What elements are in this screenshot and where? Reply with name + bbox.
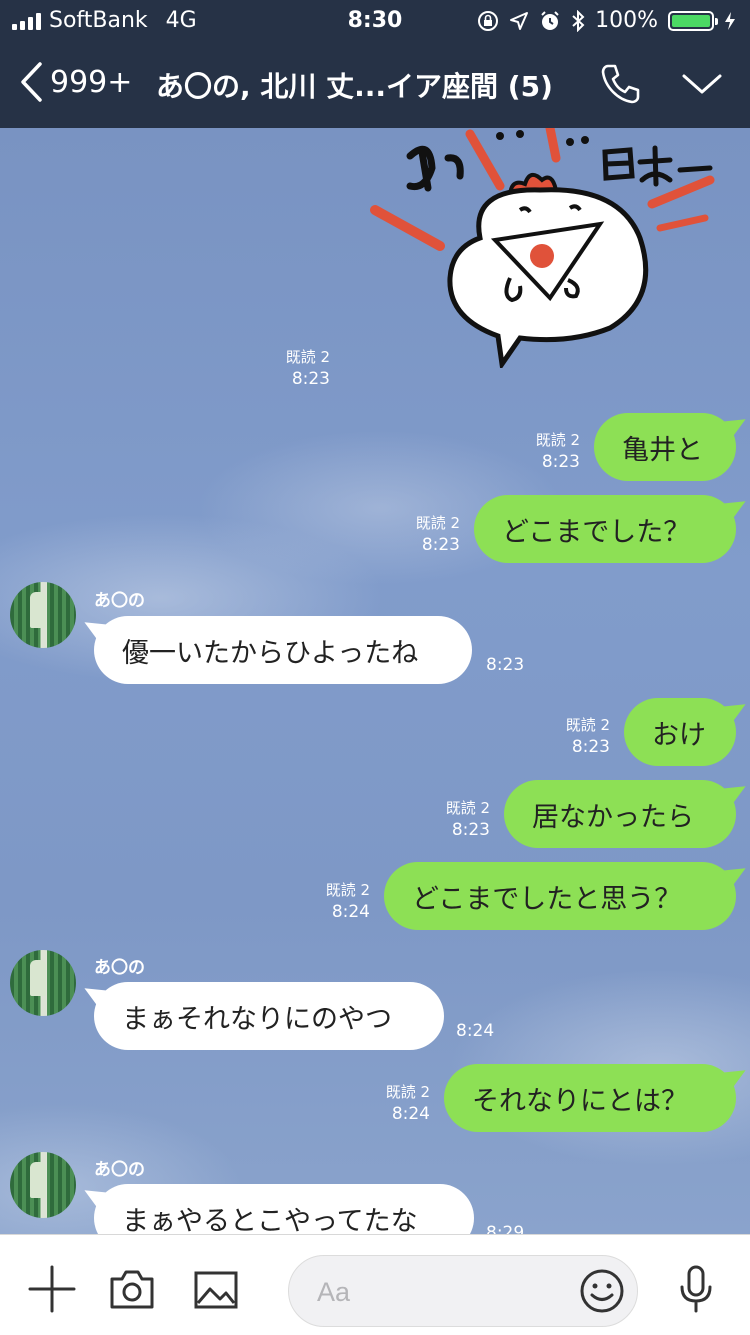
chicken-sticker-image	[370, 123, 715, 371]
camera-button[interactable]	[108, 1265, 156, 1313]
plus-icon	[28, 1265, 76, 1313]
their-message-bubble[interactable]: まぁそれなりにのやつ	[94, 982, 444, 1050]
add-button[interactable]	[28, 1265, 76, 1313]
message-time: 8:23	[451, 820, 490, 840]
avatar[interactable]	[10, 582, 76, 648]
battery-icon	[668, 10, 718, 31]
read-receipt: 既読 2	[565, 716, 610, 734]
message-meta: 既読 2 8:23	[380, 512, 460, 556]
message-meta: 既読 2 8:23	[530, 714, 610, 758]
message-time: 8:23	[486, 655, 525, 675]
camera-icon	[110, 1270, 154, 1309]
sender-name: あ〇の	[94, 591, 145, 611]
read-receipt: 既読 2	[415, 514, 460, 532]
avatar[interactable]	[10, 950, 76, 1016]
sender-name: あ〇の	[94, 1160, 145, 1180]
message-time: 8:23	[571, 737, 610, 757]
image-icon	[194, 1271, 238, 1309]
chevron-down-icon	[682, 74, 722, 94]
read-receipt: 既読 2	[445, 799, 490, 817]
message-meta: 既読 2 8:23	[410, 797, 490, 841]
message-time: 8:24	[456, 1021, 495, 1041]
message-meta: 8:24	[456, 1020, 536, 1042]
message-time: 8:23	[291, 369, 330, 389]
message-time: 8:24	[331, 902, 370, 922]
emoji-button[interactable]	[579, 1268, 625, 1314]
their-message-bubble[interactable]: 優一いたからひよったね	[94, 616, 472, 684]
message-input-bar	[0, 1234, 750, 1335]
back-button[interactable]: 999+	[18, 60, 132, 104]
message-meta: 既読 2 8:24	[290, 879, 370, 923]
chevron-left-icon	[21, 62, 42, 102]
status-bar: SoftBank 4G 8:30 100%	[0, 0, 750, 40]
bluetooth-icon	[572, 9, 585, 32]
unread-count: 999+	[50, 64, 133, 100]
chat-title[interactable]: あ〇の, 北川 丈...イア座間 (5)	[156, 65, 553, 105]
my-message-bubble[interactable]: 亀井と	[594, 413, 736, 481]
message-time: 8:23	[541, 452, 580, 472]
charging-icon	[725, 11, 735, 30]
avatar[interactable]	[10, 1152, 76, 1218]
location-icon	[510, 11, 529, 30]
my-message-bubble[interactable]: 居なかったら	[504, 780, 736, 848]
message-time: 8:23	[421, 535, 460, 555]
message-input[interactable]	[315, 1270, 569, 1314]
alarm-icon	[541, 10, 559, 30]
my-message-bubble[interactable]: それなりにとは？	[444, 1064, 736, 1132]
sender-name: あ〇の	[94, 958, 145, 978]
microphone-icon	[680, 1265, 712, 1313]
read-receipt: 既読 2	[385, 1083, 430, 1101]
message-meta: 8:23	[486, 654, 566, 676]
nav-bar: 999+ あ〇の, 北川 丈...イア座間 (5)	[0, 40, 750, 128]
message-time: 8:24	[391, 1104, 430, 1124]
message-text-field	[288, 1255, 638, 1327]
smiley-icon	[580, 1269, 624, 1313]
message-meta: 既読 2 8:23	[500, 429, 580, 473]
status-indicators: 100%	[477, 8, 736, 33]
orientation-lock-icon	[478, 10, 499, 31]
battery-percent: 100%	[595, 8, 658, 33]
my-message-bubble[interactable]: どこまでしたと思う？	[384, 862, 736, 930]
read-receipt: 既読 2	[535, 431, 580, 449]
chat-header: SoftBank 4G 8:30 100% 999+ あ〇の, 北川 丈...イ…	[0, 0, 750, 128]
image-button[interactable]	[192, 1265, 240, 1313]
my-message-bubble[interactable]: おけ	[624, 698, 736, 766]
sticker-message[interactable]	[370, 123, 715, 371]
sticker-meta: 既読 2 8:23	[250, 346, 330, 390]
call-button[interactable]	[596, 60, 644, 108]
read-receipt: 既読 2	[325, 881, 370, 899]
phone-icon	[601, 64, 640, 104]
read-receipt: 既読 2	[285, 348, 330, 366]
message-meta: 既読 2 8:24	[350, 1081, 430, 1125]
my-message-bubble[interactable]: どこまでした？	[474, 495, 736, 563]
menu-button[interactable]	[678, 64, 726, 104]
voice-button[interactable]	[672, 1265, 720, 1313]
